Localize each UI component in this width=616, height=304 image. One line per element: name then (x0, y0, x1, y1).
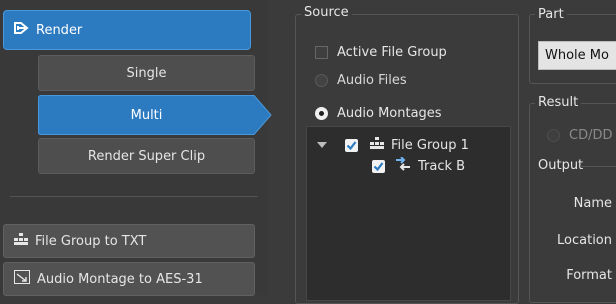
result-title: Result (535, 96, 582, 110)
audio-files-radio[interactable]: Audio Files (315, 70, 407, 90)
render-button[interactable]: Render (3, 10, 251, 50)
file-group-label: File Group 1 (391, 137, 469, 153)
file-group-icon (14, 233, 28, 249)
audio-montages-radio-dot (315, 106, 328, 120)
file-group-to-txt-button[interactable]: File Group to TXT (3, 224, 255, 258)
tree-row-track[interactable]: Track B (372, 156, 465, 176)
name-label: Name (573, 196, 612, 211)
part-select[interactable]: Whole Mo (538, 41, 616, 70)
sidebar-divider (10, 196, 258, 197)
collapse-triangle-icon[interactable] (317, 138, 327, 153)
active-file-group-box (315, 45, 328, 59)
track-checkbox[interactable] (372, 159, 385, 173)
audio-montage-to-aes31-button[interactable]: Audio Montage to AES-31 (3, 262, 255, 296)
audio-files-label: Audio Files (337, 72, 407, 88)
single-button[interactable]: Single (38, 55, 255, 91)
cd-dd-label: CD/DD (569, 127, 613, 143)
output-title: Output (538, 158, 584, 173)
render-super-clip-button[interactable]: Render Super Clip (38, 138, 255, 174)
audio-files-radio-dot (315, 73, 328, 87)
cd-dd-radio-dot (547, 128, 560, 142)
audio-montage-to-aes31-label: Audio Montage to AES-31 (37, 271, 203, 287)
audio-montages-label: Audio Montages (337, 105, 442, 121)
render-label: Render (36, 22, 83, 38)
render-super-clip-label: Render Super Clip (87, 148, 206, 164)
multi-button[interactable]: Multi (38, 95, 272, 135)
source-tree[interactable]: File Group 1 Track B (306, 126, 511, 301)
export-aes31-icon (14, 270, 30, 288)
file-group-to-txt-label: File Group to TXT (35, 233, 147, 249)
source-title: Source (301, 6, 352, 20)
file-group-tree-icon (370, 137, 384, 153)
cd-dd-radio[interactable]: CD/DD (547, 125, 613, 145)
single-label: Single (126, 65, 167, 81)
render-arrow-icon (14, 21, 30, 39)
track-label: Track B (418, 158, 466, 174)
active-file-group-checkbox[interactable]: Active File Group (315, 42, 447, 62)
part-title: Part (535, 8, 567, 22)
montage-track-icon (395, 156, 411, 175)
active-file-group-label: Active File Group (337, 44, 447, 60)
part-value: Whole Mo (545, 48, 609, 63)
location-label: Location (557, 233, 612, 248)
file-group-checkbox[interactable] (345, 138, 358, 152)
output-divider (580, 166, 616, 167)
audio-montages-radio[interactable]: Audio Montages (315, 103, 442, 123)
multi-label: Multi (130, 107, 163, 123)
format-label: Format (566, 268, 612, 283)
tree-row-file-group[interactable]: File Group 1 (317, 135, 469, 155)
